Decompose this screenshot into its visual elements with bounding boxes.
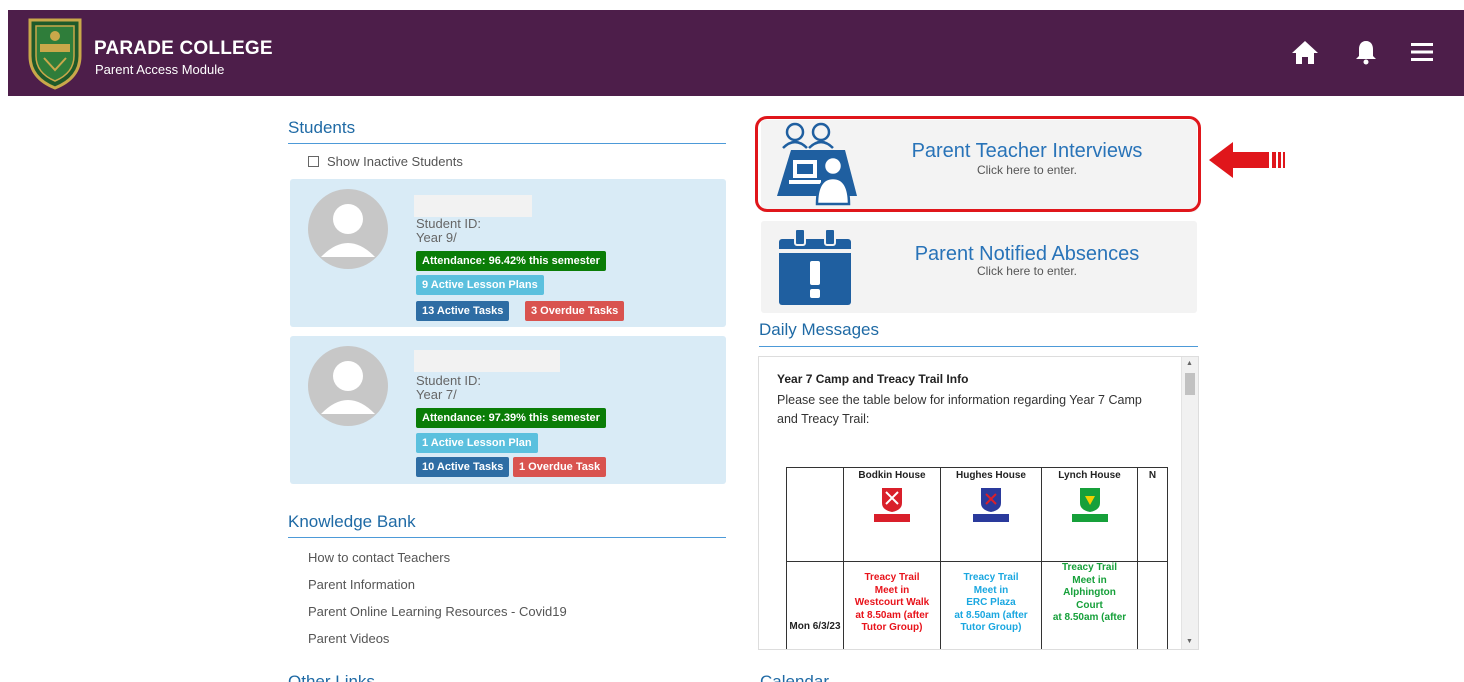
entry-line: ERC Plaza [966, 597, 1016, 608]
message-title: Year 7 Camp and Treacy Trail Info [777, 372, 969, 386]
menu-icon[interactable] [1408, 38, 1436, 66]
scroll-down-arrow-icon[interactable]: ▼ [1186, 638, 1193, 645]
entry-line: Tutor Group) [960, 622, 1022, 633]
scrollbar-thumb[interactable] [1185, 373, 1195, 395]
kb-link-learning-resources[interactable]: Parent Online Learning Resources - Covid… [308, 604, 567, 619]
knowledge-bank-divider [288, 537, 726, 538]
tile-subtitle: Click here to enter. [976, 264, 1078, 278]
student-year: Year 9/ [416, 230, 457, 245]
house-header-cell: Lynch House [1041, 467, 1138, 562]
show-inactive-label: Show Inactive Students [327, 154, 463, 169]
bodkin-house-crest-icon [882, 488, 902, 512]
house-header-cell: N [1137, 467, 1168, 562]
entry-line: Meet in [1072, 574, 1107, 586]
home-icon[interactable] [1291, 38, 1319, 66]
entry-line: Treacy Trail [1061, 562, 1118, 573]
next-house-entry-cell [1137, 561, 1168, 649]
tile-title: Parent Notified Absences [914, 243, 1140, 265]
kb-link-parent-information[interactable]: Parent Information [308, 577, 415, 592]
bodkin-entry-cell: Treacy Trail Meet in Westcourt Walk at 8… [843, 561, 941, 649]
kb-link-parent-videos[interactable]: Parent Videos [308, 631, 389, 646]
lynch-entry-cell: Treacy Trail Meet in Alphington Court at… [1041, 561, 1138, 649]
messages-scrollbar[interactable]: ▲ ▼ [1181, 357, 1198, 649]
active-tasks-badge[interactable]: 10 Active Tasks [416, 457, 510, 477]
college-name: PARADE COLLEGE [94, 38, 273, 59]
student-id-label: Student ID: [416, 216, 482, 231]
house-color-bar [874, 514, 910, 522]
highlight-outline [755, 116, 1201, 212]
overdue-tasks-badge[interactable]: 3 Overdue Tasks [525, 301, 625, 321]
entry-line: Court [1076, 599, 1103, 611]
show-inactive-checkbox[interactable] [308, 156, 319, 167]
hughes-entry-cell: Treacy Trail Meet in ERC Plaza at 8.50am… [940, 561, 1042, 649]
table-corner-cell [786, 467, 844, 562]
house-color-bar [973, 514, 1009, 522]
entry-line: at 8.50am (after [855, 609, 929, 621]
student-avatar [308, 189, 388, 269]
entry-line: Meet in [874, 584, 910, 596]
active-tasks-badge[interactable]: 13 Active Tasks [416, 301, 510, 321]
student-card[interactable]: Student ID: Year 9/ Attendance: 96.42% t… [290, 179, 726, 327]
other-links-heading: Other Links [288, 672, 375, 682]
college-crest-logo[interactable] [26, 16, 84, 90]
students-divider [288, 143, 726, 144]
house-name: Lynch House [1058, 470, 1121, 481]
entry-line: Treacy Trail [963, 572, 1019, 583]
entry-line: at 8.50am (after [954, 609, 1028, 621]
student-name-redacted [414, 195, 532, 217]
lynch-house-crest-icon [1079, 488, 1100, 512]
entry-line: Tutor Group) [861, 622, 923, 633]
house-header-cell: Hughes House [940, 467, 1042, 562]
scroll-up-arrow-icon[interactable]: ▲ [1186, 360, 1193, 367]
kb-link-contact-teachers[interactable]: How to contact Teachers [308, 550, 450, 565]
student-id-label: Student ID: [416, 373, 482, 388]
bell-icon[interactable] [1352, 38, 1380, 66]
students-heading: Students [288, 118, 356, 137]
overdue-tasks-badge[interactable]: 1 Overdue Task [513, 457, 607, 477]
student-avatar [308, 346, 388, 426]
lesson-plans-badge[interactable]: 9 Active Lesson Plans [416, 275, 544, 295]
house-header-cell: Bodkin House [843, 467, 941, 562]
entry-line: Alphington [1063, 587, 1116, 598]
house-name: Bodkin House [858, 470, 926, 481]
message-text: Please see the table below for informati… [777, 393, 1142, 426]
parent-notified-absences-tile[interactable]: Parent Notified Absences Click here to e… [761, 221, 1197, 313]
top-navbar: PARADE COLLEGE Parent Access Module [8, 10, 1464, 96]
pointer-arrow-icon [1209, 142, 1285, 178]
house-info-table: Bodkin House Hughes House Lynch House N … [786, 467, 1168, 649]
student-name-redacted [414, 350, 560, 372]
entry-line: Westcourt Walk [854, 597, 930, 608]
hughes-house-crest-icon [981, 488, 1001, 512]
daily-messages-heading: Daily Messages [759, 320, 879, 339]
house-name: N [1148, 470, 1157, 481]
show-inactive-toggle[interactable]: Show Inactive Students [308, 154, 463, 169]
entry-line: at 8.50am (after [1052, 612, 1127, 623]
date-cell: Mon 6/3/23 [786, 561, 844, 649]
calendar-heading: Calendar [760, 672, 829, 682]
daily-messages-panel[interactable]: Year 7 Camp and Treacy Trail Info Please… [758, 356, 1199, 650]
daily-messages-divider [759, 346, 1198, 347]
entry-line: Treacy Trail [864, 572, 920, 583]
house-color-bar [1071, 514, 1108, 522]
house-name: Hughes House [955, 470, 1026, 481]
student-card[interactable]: Student ID: Year 7/ Attendance: 97.39% t… [290, 336, 726, 484]
knowledge-bank-heading: Knowledge Bank [288, 512, 416, 531]
student-year: Year 7/ [416, 387, 457, 402]
attendance-badge[interactable]: Attendance: 97.39% this semester [416, 408, 606, 428]
module-name: Parent Access Module [95, 62, 225, 77]
lesson-plans-badge[interactable]: 1 Active Lesson Plan [416, 433, 538, 453]
attendance-badge[interactable]: Attendance: 96.42% this semester [416, 251, 606, 271]
entry-line: Meet in [973, 584, 1009, 596]
